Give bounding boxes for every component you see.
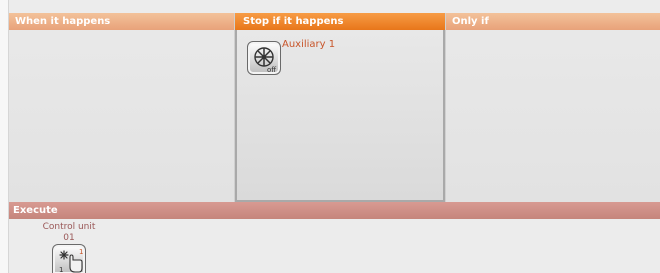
left-gutter <box>0 0 9 273</box>
left-badge: 1 <box>59 266 63 273</box>
when-it-happens-dropzone[interactable] <box>9 30 234 202</box>
control-unit-name: Control unit <box>42 222 96 232</box>
only-if-header: Only if <box>446 13 660 30</box>
stop-if-it-happens-header: Stop if it happens <box>235 13 445 30</box>
execute-panel[interactable]: Execute Control unit 01 1 1 <box>9 202 660 273</box>
only-if-dropzone[interactable] <box>446 30 660 202</box>
when-it-happens-header: When it happens <box>9 13 234 30</box>
hand-touch-glyph: 1 1 <box>59 248 83 273</box>
stop-if-it-happens-dropzone[interactable]: off Auxiliary 1 <box>237 30 443 200</box>
right-badge: 1 <box>79 248 83 256</box>
hand-touch-icon[interactable]: 1 1 <box>52 244 86 273</box>
stop-if-it-happens-panel[interactable]: Stop if it happens off Auxiliary 1 <box>235 13 445 202</box>
auxiliary-label: Auxiliary 1 <box>282 39 336 50</box>
execute-header: Execute <box>9 202 660 219</box>
fan-off-glyph: off <box>254 47 276 74</box>
when-it-happens-panel[interactable]: When it happens <box>9 13 235 202</box>
control-unit-label: Control unit 01 <box>29 222 109 244</box>
scenario-editor: When it happens Stop if it happens off A… <box>0 0 660 273</box>
control-unit-number: 01 <box>63 233 75 243</box>
fan-off-icon[interactable]: off <box>247 41 281 75</box>
only-if-panel[interactable]: Only if <box>445 13 660 202</box>
off-badge: off <box>267 66 276 74</box>
